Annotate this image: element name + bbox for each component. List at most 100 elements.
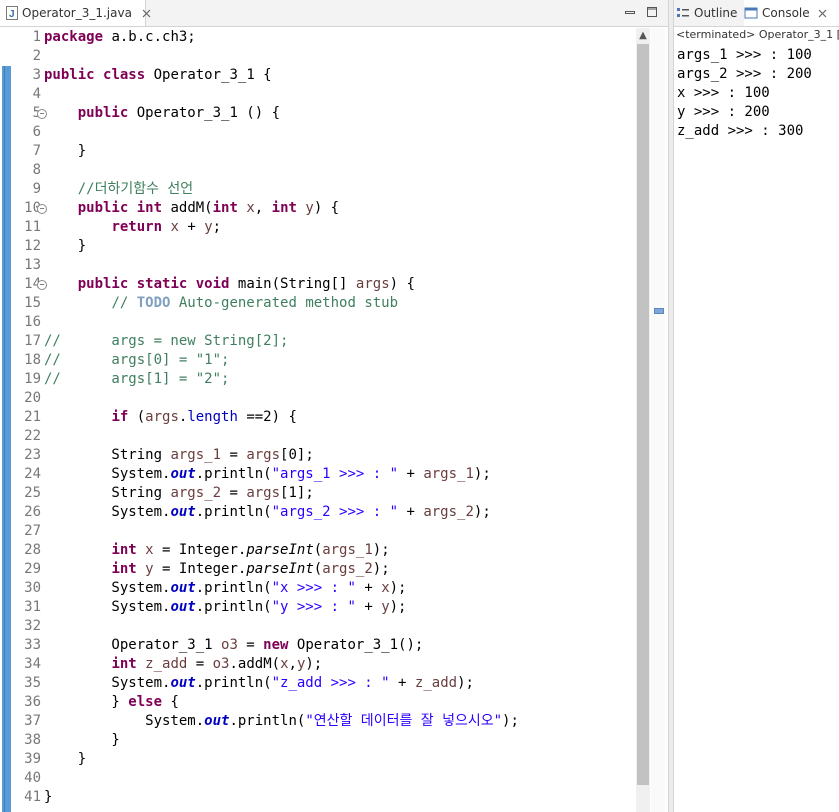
code-area[interactable]: package a.b.c.ch3; public class Operator_… [44, 28, 634, 807]
line-number-text: 30 [24, 580, 41, 596]
code-token: = [221, 447, 247, 463]
code-token: + [355, 599, 382, 615]
code-line[interactable]: } [44, 788, 634, 807]
editor-tab-operator-3-1[interactable]: J Operator_3_1.java [0, 0, 151, 26]
code-line[interactable]: System.out.println("y >>> : " + y); [44, 598, 634, 617]
line-number-text: 35 [24, 675, 41, 691]
line-number-text: 4 [32, 86, 41, 102]
code-line[interactable] [44, 522, 634, 541]
code-line[interactable]: } [44, 750, 634, 769]
code-line[interactable]: } [44, 731, 634, 750]
code-token: // [111, 295, 137, 311]
line-number: 25 [0, 484, 44, 503]
code-line[interactable] [44, 389, 634, 408]
line-number-text: 15 [24, 295, 41, 311]
scrollbar-thumb[interactable] [637, 44, 649, 785]
line-number: 1 [0, 28, 44, 47]
code-line[interactable]: String args_2 = args[1]; [44, 484, 634, 503]
task-marker-icon[interactable] [654, 308, 664, 314]
code-token: args_1 [423, 466, 474, 482]
code-token: void [195, 276, 230, 292]
vertical-scrollbar[interactable]: ▲ [636, 28, 650, 812]
code-line[interactable]: // args[1] = "2"; [44, 370, 634, 389]
code-line[interactable] [44, 313, 634, 332]
code-line[interactable]: int y = Integer.parseInt(args_2); [44, 560, 634, 579]
tab-outline[interactable]: Outline [676, 0, 740, 26]
code-token: args_2 [170, 485, 222, 501]
line-number: 10 [0, 199, 47, 218]
console-status: <terminated> Operator_3_1 [Ja [676, 28, 839, 41]
tab-console[interactable]: Console [744, 0, 839, 26]
code-line[interactable] [44, 769, 634, 788]
code-line[interactable]: return x + y; [44, 218, 634, 237]
code-line[interactable]: int x = Integer.parseInt(args_1); [44, 541, 634, 560]
code-token: out [170, 466, 196, 482]
code-token: parseInt [246, 561, 314, 577]
line-number: 2 [0, 47, 44, 66]
code-line[interactable] [44, 85, 634, 104]
console-output[interactable]: args_1 >>> : 100 args_2 >>> : 200 x >>> … [677, 46, 812, 141]
code-line[interactable]: if (args.length ==2) { [44, 408, 634, 427]
code-token: int [136, 200, 163, 216]
code-line[interactable]: //더하기함수 선언 [44, 180, 634, 199]
code-token: y [204, 219, 213, 235]
java-editor[interactable]: J Operator_3_1.java 12345678910111213141… [0, 0, 668, 812]
code-line[interactable]: System.out.println("args_2 >>> : " + arg… [44, 503, 634, 522]
code-token: class [103, 67, 146, 83]
code-line[interactable]: public static void main(String[] args) { [44, 275, 634, 294]
close-icon[interactable] [818, 9, 827, 18]
code-token: "args_2 >>> : " [271, 504, 399, 520]
code-line[interactable] [44, 617, 634, 636]
code-token: .println( [195, 466, 272, 482]
code-line[interactable]: package a.b.c.ch3; [44, 28, 634, 47]
code-line[interactable] [44, 47, 634, 66]
code-line[interactable]: String args_1 = args[0]; [44, 446, 634, 465]
code-line[interactable]: System.out.println("args_1 >>> : " + arg… [44, 465, 634, 484]
code-line[interactable]: System.out.println("연산할 데이터를 잘 넣으시오"); [44, 712, 634, 731]
code-line[interactable]: System.out.println("z_add >>> : " + z_ad… [44, 674, 634, 693]
close-icon[interactable] [142, 7, 151, 19]
code-token: TODO [136, 295, 171, 311]
code-token: // args[1] = "2"; [44, 371, 230, 387]
minimize-icon[interactable] [622, 4, 638, 20]
code-line[interactable]: } else { [44, 693, 634, 712]
line-number: 23 [0, 446, 44, 465]
code-token: args [355, 276, 390, 292]
code-line[interactable]: public Operator_3_1 () { [44, 104, 634, 123]
code-line[interactable]: // args = new String[2]; [44, 332, 634, 351]
code-token: out [170, 599, 196, 615]
overview-ruler [651, 28, 665, 812]
code-line[interactable] [44, 256, 634, 275]
code-line[interactable]: } [44, 237, 634, 256]
code-token: "y >>> : " [271, 599, 356, 615]
line-number-text: 24 [24, 466, 41, 482]
code-line[interactable]: Operator_3_1 o3 = new Operator_3_1(); [44, 636, 634, 655]
line-number: 7 [0, 142, 44, 161]
code-token: System. [44, 713, 205, 729]
code-line[interactable] [44, 123, 634, 142]
code-token: ); [457, 675, 474, 691]
console-icon [744, 7, 758, 19]
code-line[interactable]: System.out.println("x >>> : " + x); [44, 579, 634, 598]
code-line[interactable]: public int addM(int x, int y) { [44, 199, 634, 218]
line-number-text: 38 [24, 732, 41, 748]
code-line[interactable]: } [44, 142, 634, 161]
code-line[interactable]: // TODO Auto-generated method stub [44, 294, 634, 313]
code-line[interactable] [44, 161, 634, 180]
line-number-text: 19 [24, 371, 41, 387]
code-token: ) { [389, 276, 415, 292]
code-line[interactable] [44, 427, 634, 446]
code-token: System. [44, 675, 171, 691]
code-line[interactable]: int z_add = o3.addM(x,y); [44, 655, 634, 674]
code-token: if [111, 409, 129, 425]
code-line[interactable]: public class Operator_3_1 { [44, 66, 634, 85]
maximize-icon[interactable] [644, 4, 660, 20]
line-number-text: 11 [24, 219, 41, 235]
code-token: out [204, 713, 230, 729]
code-line[interactable]: // args[0] = "1"; [44, 351, 634, 370]
scroll-up-arrow-icon[interactable]: ▲ [636, 30, 650, 42]
code-token: x [145, 542, 154, 558]
